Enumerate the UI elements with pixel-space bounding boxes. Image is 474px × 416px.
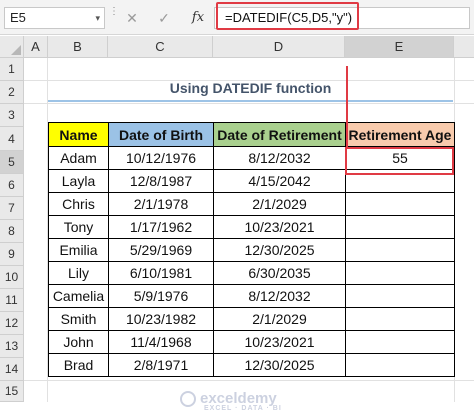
cell-dob[interactable]: 11/4/1968 [108,330,214,354]
row-header-15[interactable]: 15 [0,381,24,402]
cell-age[interactable] [345,284,455,308]
cell-dor[interactable]: 2/1/2029 [213,307,346,331]
cell-dob[interactable]: 12/8/1987 [108,169,214,193]
cell-dor[interactable]: 12/30/2025 [213,353,346,377]
cell-age[interactable] [345,330,455,354]
active-cell-highlight [345,147,454,175]
cell-name[interactable]: Adam [48,146,109,170]
row-header-14[interactable]: 14 [0,358,24,381]
row-header-4[interactable]: 4 [0,127,24,151]
cell-age[interactable] [345,261,455,285]
cell-age[interactable] [345,307,455,331]
column-header-c[interactable]: C [108,36,213,58]
enter-icon[interactable]: ✓ [152,8,176,28]
table-row: Smith 10/23/1982 2/1/2029 [48,307,455,331]
cancel-icon[interactable]: ✕ [120,8,144,28]
row-header-6[interactable]: 6 [0,174,24,197]
row-header-13[interactable]: 13 [0,335,24,358]
header-retirement-age[interactable]: Retirement Age [345,122,455,147]
formula-highlight-box [216,2,359,30]
cell-dob[interactable]: 2/8/1971 [108,353,214,377]
cell-dob[interactable]: 5/29/1969 [108,238,214,262]
row-header-7[interactable]: 7 [0,197,24,220]
header-name[interactable]: Name [48,122,109,147]
cell-name[interactable]: Tony [48,215,109,239]
formula-bar: E5 ▾ ⋮ ✕ ✓ fx =DATEDIF(C5,D5,"y") [0,0,474,35]
select-all-corner[interactable] [0,36,24,58]
cell-name[interactable]: Camelia [48,284,109,308]
watermark: exceldemy EXCEL · DATA · BI [180,390,330,416]
cell-dob[interactable]: 10/23/1982 [108,307,214,331]
row-header-2[interactable]: 2 [0,81,24,104]
row-header-3[interactable]: 3 [0,104,24,127]
table-row: John 11/4/1968 10/23/2021 [48,330,455,354]
cell-dor[interactable]: 6/30/2035 [213,261,346,285]
header-date-of-retirement[interactable]: Date of Retirement [213,122,346,147]
cell-dob[interactable]: 6/10/1981 [108,261,214,285]
cell-age[interactable] [345,192,455,216]
table-row: Chris 2/1/1978 2/1/2029 [48,192,455,216]
insert-function-icon[interactable]: fx [186,8,210,28]
row-header-9[interactable]: 9 [0,243,24,266]
row-header-1[interactable]: 1 [0,58,24,81]
cell-dor[interactable]: 8/12/2032 [213,284,346,308]
table-row: Lily 6/10/1981 6/30/2035 [48,261,455,285]
column-header-e[interactable]: E [345,36,454,58]
cell-dob[interactable]: 2/1/1978 [108,192,214,216]
exceldemy-logo-icon [180,391,196,408]
column-header-f[interactable] [454,36,474,58]
chevron-down-icon[interactable]: ▾ [95,8,100,28]
drag-handle-icon[interactable]: ⋮ [109,7,119,17]
name-box[interactable]: E5 ▾ [4,7,105,29]
cell-name[interactable]: Layla [48,169,109,193]
callout-connector [346,66,348,148]
row-header-11[interactable]: 11 [0,289,24,312]
cell-name[interactable]: Brad [48,353,109,377]
cell-dor[interactable]: 10/23/2021 [213,330,346,354]
cell-age[interactable] [345,238,455,262]
header-date-of-birth[interactable]: Date of Birth [108,122,214,147]
table-row: Camelia 5/9/1976 8/12/2032 [48,284,455,308]
row-header-5[interactable]: 5 [0,151,24,174]
cell-name[interactable]: Smith [48,307,109,331]
cell-dor[interactable]: 12/30/2025 [213,238,346,262]
spreadsheet-grid: A B C D E 1 2 3 4 5 6 7 8 9 10 11 12 13 … [0,36,474,412]
table-row: Emilia 5/29/1969 12/30/2025 [48,238,455,262]
cell-dob[interactable]: 10/12/1976 [108,146,214,170]
column-header-d[interactable]: D [213,36,345,58]
column-header-a[interactable]: A [24,36,48,58]
cell-name[interactable]: Emilia [48,238,109,262]
name-box-value: E5 [10,10,26,25]
cell-name[interactable]: Chris [48,192,109,216]
cell-name[interactable]: Lily [48,261,109,285]
row-header-8[interactable]: 8 [0,220,24,243]
row-header-10[interactable]: 10 [0,266,24,289]
cell-dor[interactable]: 4/15/2042 [213,169,346,193]
cell-age[interactable] [345,353,455,377]
cell-age[interactable] [345,215,455,239]
column-header-b[interactable]: B [48,36,108,58]
cell-name[interactable]: John [48,330,109,354]
title-underline [48,100,453,102]
table-row: Tony 1/17/1962 10/23/2021 [48,215,455,239]
cell-dor[interactable]: 8/12/2032 [213,146,346,170]
cell-dor[interactable]: 10/23/2021 [213,215,346,239]
cell-dob[interactable]: 1/17/1962 [108,215,214,239]
cell-dor[interactable]: 2/1/2029 [213,192,346,216]
row-header-12[interactable]: 12 [0,312,24,335]
watermark-tagline: EXCEL · DATA · BI [204,405,282,413]
sheet-title: Using DATEDIF function [169,80,332,96]
table-row: Brad 2/8/1971 12/30/2025 [48,353,455,377]
cell-dob[interactable]: 5/9/1976 [108,284,214,308]
